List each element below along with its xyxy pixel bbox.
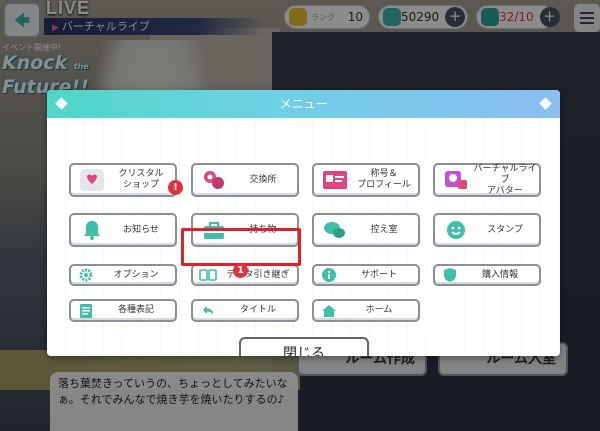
avatar-icon <box>441 166 471 194</box>
step-number-badge: 1 <box>233 263 248 278</box>
support-button[interactable]: サポート <box>312 264 420 286</box>
exchange-label: 交換所 <box>249 174 277 185</box>
purchase-info-button[interactable]: 購入情報 <box>433 264 541 286</box>
purchase-info-label: 購入情報 <box>481 269 518 280</box>
crystal-shop-button[interactable]: クリスタル ショップ <box>69 163 177 197</box>
news-button[interactable]: お知らせ <box>69 213 177 247</box>
waiting-room-label: 控え室 <box>370 224 398 235</box>
document-icon <box>75 302 97 320</box>
exchange-coins-icon <box>199 166 229 194</box>
return-icon <box>197 302 219 320</box>
legal-notices-button[interactable]: 各種表記 <box>69 299 177 322</box>
waiting-room-button[interactable]: 控え室 <box>312 213 420 247</box>
crystal-hearts-icon <box>77 166 107 194</box>
bell-icon <box>77 216 107 244</box>
menu-title: メニュー <box>279 97 328 111</box>
return-to-title-button[interactable]: タイトル <box>191 299 299 322</box>
diamond-icon <box>55 97 68 110</box>
notification-badge: ! <box>168 180 183 195</box>
legal-notices-label: 各種表記 <box>117 305 154 315</box>
menu-body: クリスタル ショップ 交換所 称号＆ プロフィール バーチャルライブ アバター <box>47 118 560 356</box>
close-button[interactable]: 閉じる <box>239 337 369 356</box>
support-label: サポート <box>360 269 397 280</box>
options-button[interactable]: オプション <box>69 264 177 286</box>
title-profile-button[interactable]: 称号＆ プロフィール <box>312 163 420 197</box>
shield-icon <box>439 266 461 284</box>
gear-icon <box>75 266 97 284</box>
stamp-button[interactable]: スタンプ <box>433 213 541 247</box>
virtual-live-avatar-label: バーチャルライブ アバター <box>473 163 537 196</box>
menu-dialog: メニュー クリスタル ショップ 交換所 称号＆ プロフィール バーチャルライブ … <box>47 90 560 356</box>
exchange-button[interactable]: 交換所 <box>191 163 299 197</box>
data-transfer-label: データ引き継ぎ <box>226 269 290 280</box>
smile-icon <box>441 216 471 244</box>
news-label: お知らせ <box>123 224 159 235</box>
crystal-shop-label: クリスタル ショップ <box>118 169 164 190</box>
virtual-live-avatar-button[interactable]: バーチャルライブ アバター <box>433 163 541 197</box>
home-button[interactable]: ホーム <box>312 299 420 322</box>
profile-card-icon <box>320 166 350 194</box>
title-profile-label: 称号＆ プロフィール <box>357 169 411 190</box>
info-icon <box>318 266 340 284</box>
options-label: オプション <box>113 269 159 280</box>
return-to-title-label: タイトル <box>239 305 276 315</box>
home-icon <box>318 302 340 320</box>
highlight-frame <box>181 228 301 266</box>
data-transfer-icon <box>197 266 219 284</box>
menu-header: メニュー <box>47 90 560 118</box>
diamond-icon <box>539 97 552 110</box>
stamp-label: スタンプ <box>487 224 523 235</box>
home-label: ホーム <box>365 305 393 315</box>
chat-icon <box>320 216 350 244</box>
